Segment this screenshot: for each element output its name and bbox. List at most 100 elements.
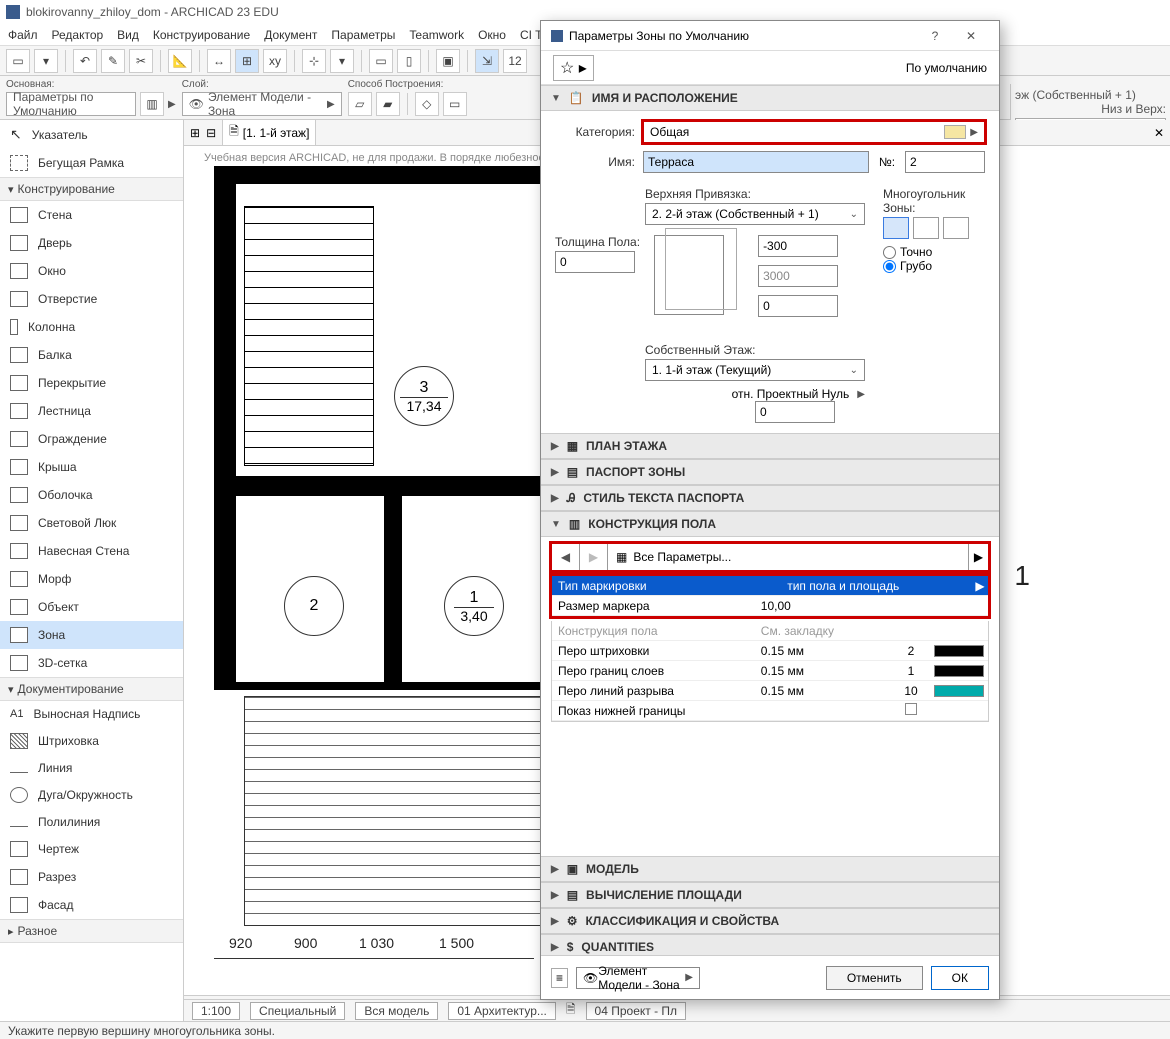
favorite-icon[interactable]: ▥ [140, 92, 164, 116]
category-dropdown[interactable]: Общая ▶ [643, 121, 985, 143]
footer-layer-icon[interactable]: ≡ [551, 968, 568, 988]
close-icon[interactable]: ✕ [953, 22, 989, 50]
tool-pick-icon[interactable]: ✎ [101, 49, 125, 73]
tool-zone[interactable]: Зона [0, 621, 183, 649]
chevron-down-icon[interactable]: ▶ [168, 99, 176, 110]
tool-split-icon[interactable]: ▯ [397, 49, 421, 73]
section-textstyle[interactable]: ▶ᎯСТИЛЬ ТЕКСТА ПАСПОРТА [541, 485, 999, 511]
model-dd[interactable]: Вся модель [355, 1002, 438, 1020]
param-row-marking-type[interactable]: Тип маркировки тип пола и площадь ▶ [552, 576, 988, 596]
default-settings-button[interactable]: Параметры по Умолчанию [6, 92, 136, 116]
menu-document[interactable]: Документ [264, 28, 317, 42]
tool-grid-icon[interactable]: ⊹ [302, 49, 326, 73]
section-quantities[interactable]: ▶$QUANTITIES [541, 934, 999, 955]
param-row-marker-size[interactable]: Размер маркера 10,00 [552, 596, 988, 616]
geom-2-icon[interactable]: ▭ [443, 92, 467, 116]
tool-undo-icon[interactable]: ↶ [73, 49, 97, 73]
nav-back-icon[interactable]: ◀ [552, 544, 580, 570]
poly-mode-3-icon[interactable] [943, 217, 969, 239]
tool-3d-icon[interactable]: ▣ [436, 49, 460, 73]
tool-morph[interactable]: Морф [0, 565, 183, 593]
tool-pointer[interactable]: ↖Указатель [0, 120, 183, 149]
bottom-offset-input[interactable] [758, 295, 838, 317]
poly-mode-1-icon[interactable] [883, 217, 909, 239]
tool-ruler-icon[interactable]: 📐 [168, 49, 192, 73]
tool-measure-icon[interactable]: ✂ [129, 49, 153, 73]
section-floorplan[interactable]: ▶▦ПЛАН ЭТАЖА [541, 433, 999, 459]
tool-level-icon[interactable]: 12 [503, 49, 527, 73]
section-model[interactable]: ▶▣МОДЕЛЬ [541, 856, 999, 882]
show-lower-checkbox[interactable] [905, 703, 917, 715]
tool-skylight[interactable]: Световой Люк [0, 509, 183, 537]
tool-snap2-icon[interactable]: ⊞ [235, 49, 259, 73]
tool-elevation[interactable]: Фасад [0, 891, 183, 919]
cat-document[interactable]: ▾ Документирование [0, 677, 183, 701]
section-passport[interactable]: ▶▤ПАСПОРТ ЗОНЫ [541, 459, 999, 485]
top-link-dropdown[interactable]: 2. 2-й этаж (Собственный + 1)⌄ [645, 203, 865, 225]
tool-curtainwall[interactable]: Навесная Стена [0, 537, 183, 565]
menu-file[interactable]: Файл [8, 28, 38, 42]
tool-marquee[interactable]: Бегущая Рамка [0, 149, 183, 177]
tool-polyline[interactable]: Полилиния [0, 809, 183, 835]
view-dd[interactable]: 04 Проект - Пл [586, 1002, 687, 1020]
section-name-location[interactable]: ▼📋ИМЯ И РАСПОЛОЖЕНИЕ [541, 85, 999, 111]
tool-snap3-icon[interactable]: xy [263, 49, 287, 73]
tool-arc[interactable]: Дуга/Окружность [0, 781, 183, 809]
tool-new-icon[interactable]: ▭ [6, 49, 30, 73]
tool-open-icon[interactable]: ▾ [34, 49, 58, 73]
tool-fill[interactable]: Штриховка [0, 727, 183, 755]
menu-window[interactable]: Окно [478, 28, 506, 42]
cat-misc[interactable]: ▸ Разное [0, 919, 183, 943]
zone-name-input[interactable] [643, 151, 869, 173]
tool-trace-icon[interactable]: ▭ [369, 49, 393, 73]
tool-shell[interactable]: Оболочка [0, 481, 183, 509]
poly-exact-radio[interactable]: Точно [883, 245, 985, 259]
tool-roof[interactable]: Крыша [0, 453, 183, 481]
tool-slab[interactable]: Перекрытие [0, 369, 183, 397]
section-area-calc[interactable]: ▶▤ВЫЧИСЛЕНИЕ ПЛОЩАДИ [541, 882, 999, 908]
menu-teamwork[interactable]: Teamwork [409, 28, 464, 42]
tool-guide-icon[interactable]: ▾ [330, 49, 354, 73]
home-story-dropdown[interactable]: 1. 1-й этаж (Текущий)⌄ [645, 359, 865, 381]
tool-elev-icon[interactable]: ⇲ [475, 49, 499, 73]
section-classification[interactable]: ▶⚙КЛАССИФИКАЦИЯ И СВОЙСТВА [541, 908, 999, 934]
help-icon[interactable]: ? [917, 22, 953, 50]
tool-railing[interactable]: Ограждение [0, 425, 183, 453]
menu-design[interactable]: Конструирование [153, 28, 250, 42]
param-row-show-lower[interactable]: Показ нижней границы [552, 701, 988, 721]
floor-thick-input[interactable] [555, 251, 635, 273]
param-row-border-pen[interactable]: Перо границ слоев 0.15 мм 1 [552, 661, 988, 681]
ok-button[interactable]: ОК [931, 966, 989, 990]
method-2-icon[interactable]: ▰ [376, 92, 400, 116]
favorite-star-icon[interactable]: ☆ ▸ [553, 55, 594, 81]
tool-door[interactable]: Дверь [0, 229, 183, 257]
method-1-icon[interactable]: ▱ [348, 92, 372, 116]
all-params-nav[interactable]: ◀ ▶ ▦Все Параметры... ▶ [551, 543, 989, 571]
param-row-break-pen[interactable]: Перо линий разрыва 0.15 мм 10 [552, 681, 988, 701]
menu-view[interactable]: Вид [117, 28, 139, 42]
poly-mode-2-icon[interactable] [913, 217, 939, 239]
nav-expand-icon[interactable]: ▶ [968, 544, 988, 570]
param-row-fill-pen[interactable]: Перо штриховки 0.15 мм 2 [552, 641, 988, 661]
tool-snap1-icon[interactable]: ↔ [207, 49, 231, 73]
view-grid-icon[interactable]: ⊞ [190, 126, 200, 140]
display-dd[interactable]: Специальный [250, 1002, 345, 1020]
tool-stair[interactable]: Лестница [0, 397, 183, 425]
footer-layer-dropdown[interactable]: 👁 Элемент Модели - Зона▶ [576, 967, 700, 989]
filter-dd[interactable]: 01 Архитектур... [448, 1002, 556, 1020]
layer-dropdown[interactable]: 👁 Элемент Модели - Зона▶ [182, 92, 342, 116]
tool-line[interactable]: Линия [0, 755, 183, 781]
tool-object[interactable]: Объект [0, 593, 183, 621]
view-tab-floor1[interactable]: 🗎 [1. 1-й этаж] [222, 119, 316, 146]
menu-edit[interactable]: Редактор [52, 28, 104, 42]
tool-window[interactable]: Окно [0, 257, 183, 285]
poly-rough-radio[interactable]: Грубо [883, 259, 985, 273]
tool-mesh[interactable]: 3D-сетка [0, 649, 183, 677]
tool-wall[interactable]: Стена [0, 201, 183, 229]
top-offset-input[interactable] [758, 235, 838, 257]
cancel-button[interactable]: Отменить [826, 966, 923, 990]
tool-beam[interactable]: Балка [0, 341, 183, 369]
close-tab-icon[interactable]: ✕ [1154, 126, 1164, 140]
zone-number-input[interactable] [905, 151, 985, 173]
geom-1-icon[interactable]: ◇ [415, 92, 439, 116]
